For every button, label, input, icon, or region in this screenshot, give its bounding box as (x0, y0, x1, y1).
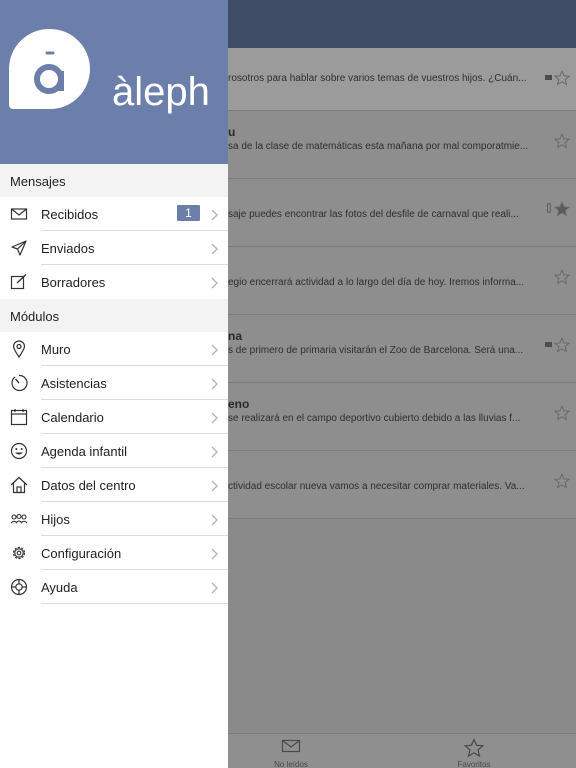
menu-item-label: Configuración (41, 546, 122, 561)
message-preview: sa de la clase de matemáticas esta mañan… (228, 141, 528, 152)
chevron-right-icon (211, 547, 218, 560)
message-title: u (228, 125, 236, 139)
tab-unread[interactable]: No leídos (261, 738, 321, 768)
children-icon (10, 510, 28, 528)
edit-icon (10, 273, 28, 291)
chevron-right-icon (211, 242, 218, 255)
flag-icon (545, 75, 552, 80)
chevron-right-icon (211, 445, 218, 458)
star-icon (444, 738, 504, 758)
chevron-right-icon (211, 276, 218, 289)
tab-unread-label: No leídos (274, 760, 308, 768)
menu-item-label: Calendario (41, 410, 104, 425)
tab-favorites[interactable]: Favoritos (444, 738, 504, 768)
star-icon[interactable] (553, 404, 571, 425)
section-modulos: Módulos (0, 299, 228, 332)
stopwatch-icon (10, 374, 28, 392)
chevron-right-icon (211, 208, 218, 221)
menu-item-borradores[interactable]: Borradores (0, 265, 228, 299)
message-title: eno (228, 397, 250, 411)
menu-item-muro[interactable]: Muro (0, 332, 228, 366)
menu-item-agenda-infantil[interactable]: Agenda infantil (0, 434, 228, 468)
message-preview: s de primero de primaria visitarán el Zo… (228, 345, 524, 356)
star-icon[interactable] (553, 472, 571, 493)
menu-item-label: Enviados (41, 241, 95, 256)
message-preview: egio encerrará actividad a lo largo del … (228, 277, 525, 288)
chevron-right-icon (211, 377, 218, 390)
chevron-right-icon (211, 343, 218, 356)
chevron-right-icon (211, 581, 218, 594)
message-preview: ctividad escolar nueva vamos a necesitar… (228, 481, 525, 492)
side-menu: àleph Mensajes Recibidos 1 Enviados Borr… (0, 0, 228, 768)
message-title: na (228, 329, 243, 343)
flag-icon (545, 342, 552, 347)
drawer-header: àleph (0, 0, 228, 164)
message-preview: se realizará en el campo deportivo cubie… (228, 413, 521, 424)
star-filled-icon[interactable] (553, 200, 571, 221)
envelope-icon (261, 738, 321, 758)
brand-logo-text: àleph (112, 70, 210, 114)
menu-item-ayuda[interactable]: Ayuda (0, 570, 228, 604)
menu-item-recibidos[interactable]: Recibidos 1 (0, 197, 228, 231)
message-preview: saje puedes encontrar las fotos del desf… (228, 209, 519, 220)
star-icon[interactable] (553, 132, 571, 153)
menu-item-label: Hijos (41, 512, 70, 527)
menu-item-label: Agenda infantil (41, 444, 128, 459)
menu-item-label: Asistencias (41, 376, 107, 391)
menu-item-datos-del-centro[interactable]: Datos del centro (0, 468, 228, 502)
star-icon[interactable] (553, 69, 571, 90)
tab-favorites-label: Favoritos (457, 760, 491, 768)
menu-item-configuracion[interactable]: Configuración (0, 536, 228, 570)
star-icon[interactable] (553, 336, 571, 357)
menu-item-hijos[interactable]: Hijos (0, 502, 228, 536)
unread-count-badge: 1 (177, 205, 200, 221)
menu-item-label: Datos del centro (41, 478, 136, 493)
menu-item-enviados[interactable]: Enviados (0, 231, 228, 265)
location-pin-icon (10, 340, 28, 359)
chevron-right-icon (211, 513, 218, 526)
menu-item-label: Recibidos (41, 207, 99, 222)
menu-item-label: Muro (41, 342, 71, 357)
message-preview: rosotros para hablar sobre varios temas … (228, 73, 527, 84)
chevron-right-icon (211, 411, 218, 424)
menu-item-label: Borradores (41, 275, 106, 290)
menu-item-asistencias[interactable]: Asistencias (0, 366, 228, 400)
chevron-right-icon (211, 479, 218, 492)
calendar-icon (10, 408, 28, 426)
gear-icon (10, 544, 28, 562)
menu-item-label: Ayuda (41, 580, 78, 595)
section-mensajes: Mensajes (0, 164, 228, 197)
logo-icon (9, 29, 90, 109)
envelope-icon (10, 205, 28, 223)
smiley-icon (10, 442, 28, 460)
star-icon[interactable] (553, 268, 571, 289)
lifebuoy-icon (10, 578, 28, 596)
paper-plane-icon (10, 239, 28, 257)
home-icon (10, 476, 28, 494)
menu-item-calendario[interactable]: Calendario (0, 400, 228, 434)
attachment-icon (547, 203, 551, 213)
